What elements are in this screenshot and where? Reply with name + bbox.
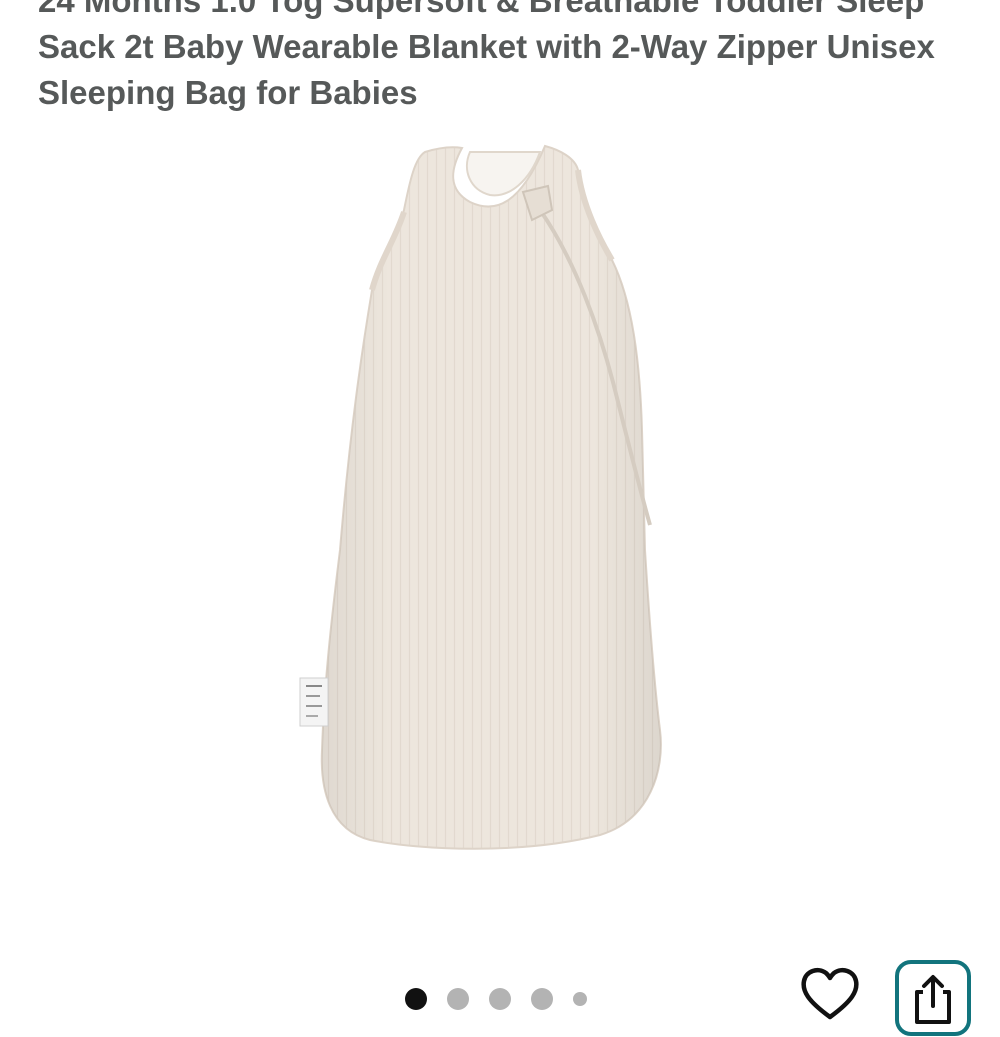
image-carousel-dots[interactable] [405,988,587,1010]
share-button[interactable] [895,960,971,1036]
product-image[interactable] [0,130,1000,960]
carousel-dot[interactable] [489,988,511,1010]
carousel-dot[interactable] [405,988,427,1010]
product-title: 24 Months 1.0 Tog Supersoft & Breathable… [38,0,935,111]
carousel-dot[interactable] [531,988,553,1010]
sleep-sack-image [299,144,662,850]
share-icon [915,975,951,1024]
carousel-dot[interactable] [573,992,587,1006]
heart-icon [801,968,859,1020]
wishlist-button[interactable] [798,965,862,1025]
carousel-dot[interactable] [447,988,469,1010]
